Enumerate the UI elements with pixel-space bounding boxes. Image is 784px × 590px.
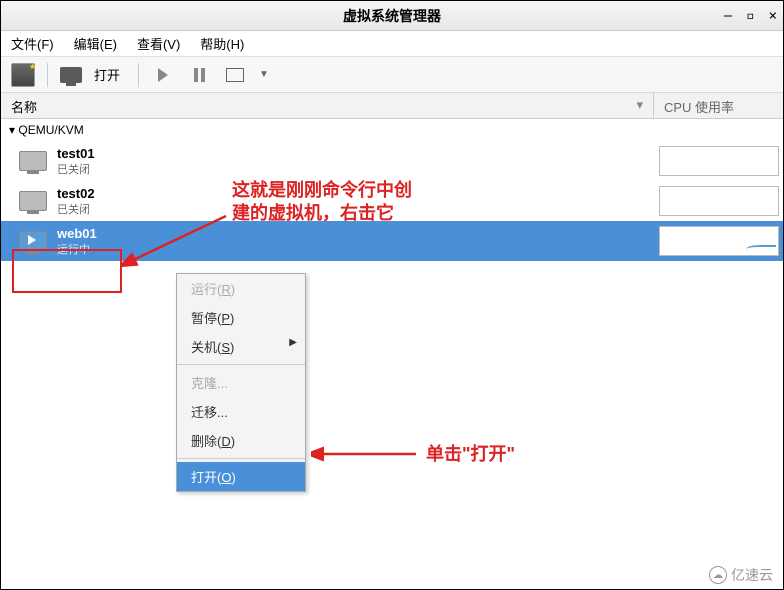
- window-title: 虚拟系统管理器: [343, 6, 441, 26]
- vm-row-test01[interactable]: test01 已关闭: [1, 141, 783, 181]
- cpu-graph: [659, 146, 779, 176]
- ctx-clone: 克隆...: [177, 368, 305, 397]
- header-cpu[interactable]: CPU 使用率: [653, 93, 783, 118]
- maximize-button[interactable]: ▫: [746, 8, 754, 24]
- new-vm-icon[interactable]: [11, 63, 35, 87]
- cloud-icon: ☁: [709, 566, 727, 584]
- ctx-pause[interactable]: 暂停(P): [177, 303, 305, 332]
- connection-group[interactable]: QEMU/KVM: [1, 119, 783, 141]
- toolbar: 打开 ▼: [1, 57, 783, 93]
- column-headers: 名称 ▾ CPU 使用率: [1, 93, 783, 119]
- context-menu: 运行(R) 暂停(P) 关机(S) 克隆... 迁移... 删除(D) 打开(O…: [176, 273, 306, 492]
- vm-monitor-icon: [19, 191, 47, 211]
- vm-monitor-icon: [19, 151, 47, 171]
- watermark: ☁ 亿速云: [709, 565, 773, 585]
- open-monitor-icon[interactable]: [60, 67, 82, 83]
- menu-edit[interactable]: 编辑(E): [70, 32, 121, 55]
- sort-arrow-icon: ▾: [636, 97, 643, 113]
- menu-file[interactable]: 文件(F): [7, 32, 58, 55]
- annotation-2: 单击"打开": [426, 443, 515, 466]
- titlebar: 虚拟系统管理器 – ▫ ×: [1, 1, 783, 31]
- highlight-box-vm: [12, 249, 122, 293]
- stop-icon[interactable]: [223, 63, 247, 87]
- close-button[interactable]: ×: [769, 8, 777, 24]
- ctx-delete[interactable]: 删除(D): [177, 426, 305, 455]
- cpu-graph: [659, 226, 779, 256]
- header-name[interactable]: 名称 ▾: [1, 93, 653, 118]
- main-window: 虚拟系统管理器 – ▫ × 文件(F) 编辑(E) 查看(V) 帮助(H) 打开…: [0, 0, 784, 590]
- dropdown-arrow-icon[interactable]: ▼: [259, 69, 269, 80]
- menu-view[interactable]: 查看(V): [133, 32, 184, 55]
- vm-name: test01: [57, 146, 659, 161]
- ctx-open[interactable]: 打开(O): [177, 462, 305, 491]
- annotation-1: 这就是刚刚命令行中创 建的虚拟机，右击它: [232, 179, 412, 226]
- menubar: 文件(F) 编辑(E) 查看(V) 帮助(H): [1, 31, 783, 57]
- pause-icon[interactable]: [187, 63, 211, 87]
- ctx-migrate[interactable]: 迁移...: [177, 397, 305, 426]
- play-icon[interactable]: [151, 63, 175, 87]
- ctx-shutdown[interactable]: 关机(S): [177, 332, 305, 361]
- arrow-2-icon: [311, 439, 421, 469]
- open-label[interactable]: 打开: [94, 65, 120, 84]
- window-controls: – ▫ ×: [724, 1, 777, 31]
- vm-state: 已关闭: [57, 161, 659, 177]
- cpu-graph: [659, 186, 779, 216]
- vm-monitor-icon: [19, 231, 47, 251]
- ctx-run: 运行(R): [177, 274, 305, 303]
- arrow-1-icon: [121, 211, 231, 271]
- minimize-button[interactable]: –: [724, 8, 732, 24]
- menu-help[interactable]: 帮助(H): [196, 32, 248, 55]
